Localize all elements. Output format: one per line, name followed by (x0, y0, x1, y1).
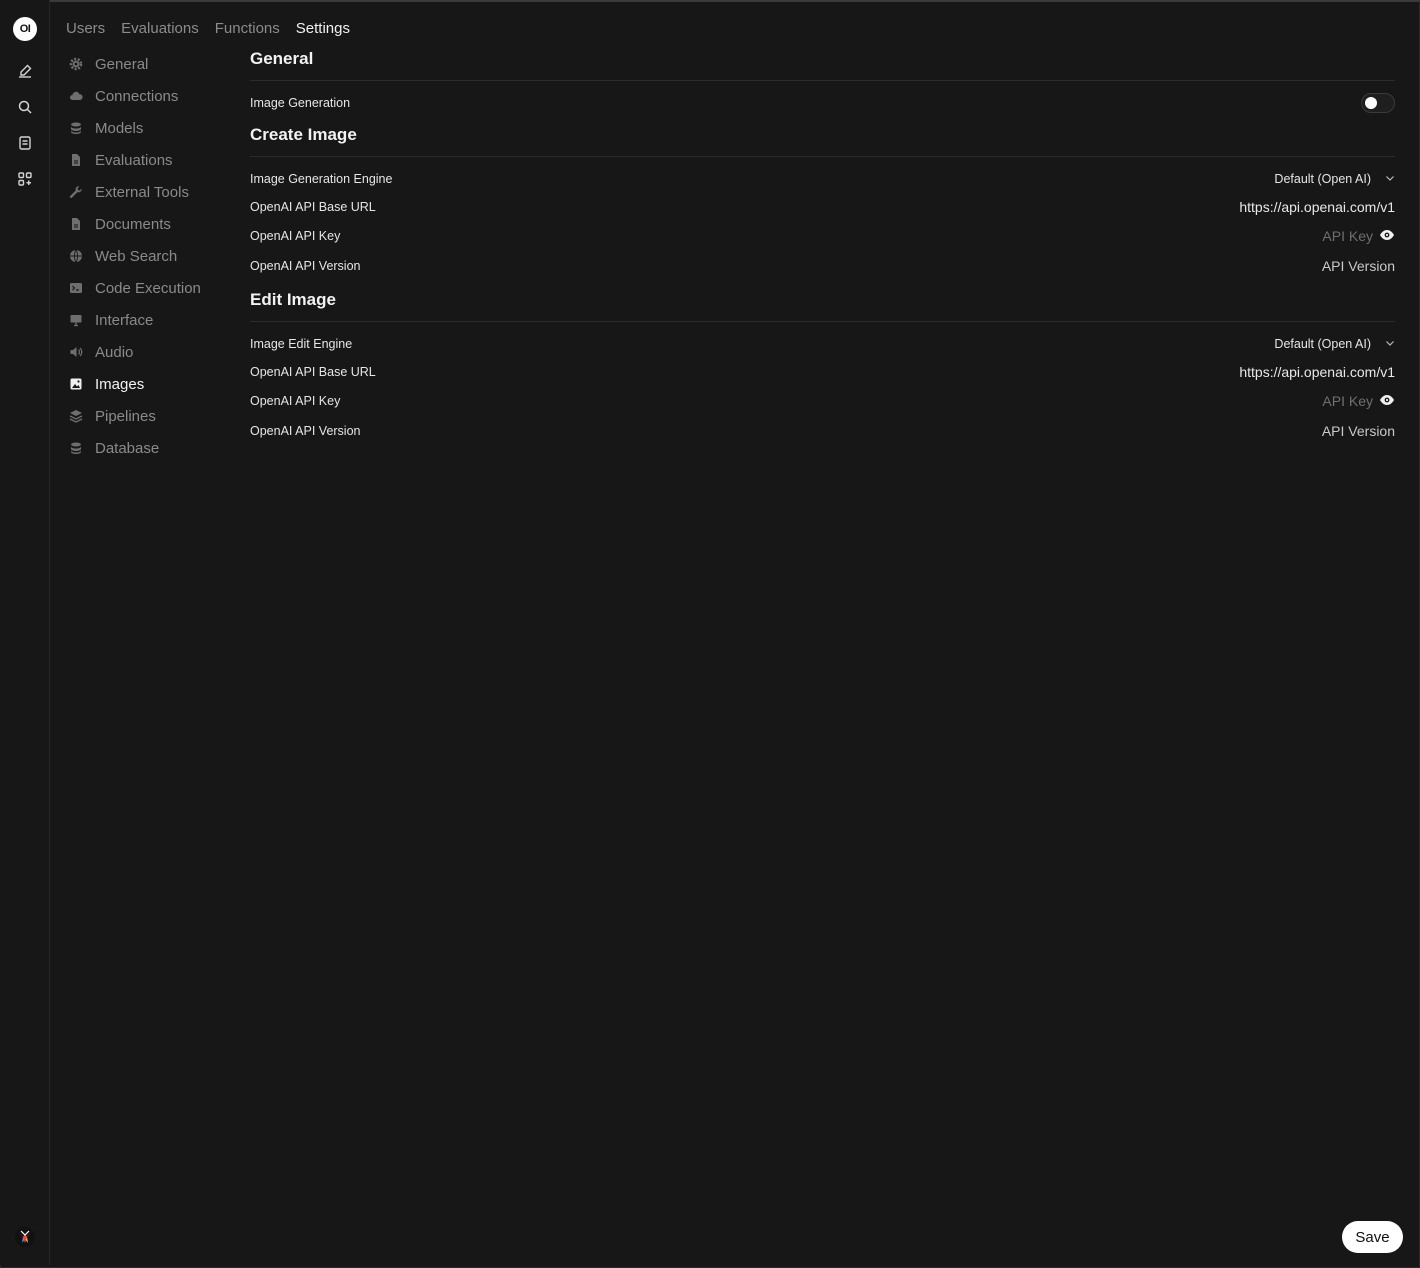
images-settings-panel: General Image Generation Create Image Im… (250, 48, 1395, 446)
settings-nav-code-execution[interactable]: Code Execution (66, 272, 236, 304)
edit-api-version-label: OpenAI API Version (250, 424, 361, 438)
settings-nav-label: Database (95, 439, 160, 457)
toggle-knob (1365, 97, 1377, 109)
speaker-icon (69, 345, 83, 359)
left-rail: OI (0, 0, 50, 1265)
image-generation-row: Image Generation (250, 89, 1395, 117)
eye-icon[interactable] (1379, 394, 1395, 409)
settings-nav-audio[interactable]: Audio (66, 336, 236, 368)
settings-nav-interface[interactable]: Interface (66, 304, 236, 336)
settings-nav: General Connections Models Evaluations E… (66, 48, 236, 464)
edit-base-url-row: OpenAI API Base URL https://api.openai.c… (250, 358, 1395, 386)
create-api-key-row: OpenAI API Key API Key (250, 221, 1395, 251)
document-icon (69, 217, 83, 231)
edit-engine-row: Image Edit Engine Default (Open AI) (250, 330, 1395, 358)
create-base-url-row: OpenAI API Base URL https://api.openai.c… (250, 193, 1395, 221)
eye-icon[interactable] (1379, 229, 1395, 244)
settings-nav-label: Documents (95, 215, 171, 233)
image-generation-toggle[interactable] (1361, 93, 1395, 113)
section-title-general: General (250, 49, 314, 68)
document-icon (69, 153, 83, 167)
create-api-version-row: OpenAI API Version API Version (250, 251, 1395, 281)
settings-nav-label: General (95, 55, 149, 73)
layers-icon (69, 409, 83, 423)
section-title-create-image: Create Image (250, 125, 357, 144)
create-api-key-input[interactable]: API Key (1322, 228, 1373, 244)
monitor-icon (69, 313, 83, 327)
search-icon[interactable] (13, 95, 37, 119)
database-icon (69, 441, 83, 455)
edit-api-key-row: OpenAI API Key API Key (250, 386, 1395, 416)
settings-nav-label: Connections (95, 87, 179, 105)
create-api-version-label: OpenAI API Version (250, 259, 361, 273)
settings-nav-web-search[interactable]: Web Search (66, 240, 236, 272)
create-base-url-label: OpenAI API Base URL (250, 200, 376, 214)
workspace-icon[interactable] (13, 167, 37, 191)
gear-icon (69, 57, 83, 71)
create-api-version-input[interactable]: API Version (1322, 258, 1395, 274)
settings-nav-label: Pipelines (95, 407, 156, 425)
edit-api-version-row: OpenAI API Version API Version (250, 416, 1395, 446)
divider (250, 156, 1395, 157)
tab-users[interactable]: Users (66, 20, 105, 37)
edit-api-version-input[interactable]: API Version (1322, 423, 1395, 439)
save-button[interactable]: Save (1342, 1221, 1403, 1253)
notes-icon[interactable] (13, 131, 37, 155)
image-generation-label: Image Generation (250, 96, 351, 110)
settings-nav-label: External Tools (95, 183, 189, 201)
chevron-down-icon (1385, 172, 1395, 186)
settings-nav-external-tools[interactable]: External Tools (66, 176, 236, 208)
stack-icon (69, 121, 83, 135)
edit-api-key-label: OpenAI API Key (250, 394, 341, 408)
create-engine-label: Image Generation Engine (250, 172, 393, 186)
settings-nav-label: Evaluations (95, 151, 173, 169)
settings-nav-label: Models (95, 119, 144, 137)
settings-nav-documents[interactable]: Documents (66, 208, 236, 240)
cloud-icon (69, 89, 83, 103)
settings-nav-general[interactable]: General (66, 48, 236, 80)
settings-nav-label: Web Search (95, 247, 178, 265)
terminal-icon (69, 281, 83, 295)
create-api-key-label: OpenAI API Key (250, 229, 341, 243)
settings-nav-pipelines[interactable]: Pipelines (66, 400, 236, 432)
settings-nav-connections[interactable]: Connections (66, 80, 236, 112)
settings-nav-label: Code Execution (95, 279, 201, 297)
settings-nav-images[interactable]: Images (66, 368, 236, 400)
new-chat-icon[interactable] (13, 59, 37, 83)
tab-functions[interactable]: Functions (215, 20, 280, 37)
create-engine-value: Default (Open AI) (1274, 172, 1371, 186)
section-title-edit-image: Edit Image (250, 290, 336, 309)
edit-api-key-input[interactable]: API Key (1322, 393, 1373, 409)
globe-icon (69, 249, 83, 263)
create-engine-row: Image Generation Engine Default (Open AI… (250, 165, 1395, 193)
settings-nav-label: Interface (95, 311, 154, 329)
wrench-icon (69, 185, 83, 199)
edit-engine-select[interactable]: Default (Open AI) (1274, 337, 1395, 351)
settings-nav-database[interactable]: Database (66, 432, 236, 464)
user-avatar[interactable] (15, 1227, 35, 1247)
edit-base-url-label: OpenAI API Base URL (250, 365, 376, 379)
tab-settings[interactable]: Settings (296, 20, 350, 37)
divider (250, 80, 1395, 81)
settings-nav-label: Images (95, 375, 145, 393)
edit-engine-value: Default (Open AI) (1274, 337, 1371, 351)
edit-engine-label: Image Edit Engine (250, 337, 353, 351)
settings-nav-evaluations[interactable]: Evaluations (66, 144, 236, 176)
create-base-url-input[interactable]: https://api.openai.com/v1 (1239, 199, 1395, 215)
divider (250, 321, 1395, 322)
edit-base-url-input[interactable]: https://api.openai.com/v1 (1239, 364, 1395, 380)
app-logo[interactable]: OI (13, 17, 37, 41)
chevron-down-icon (1385, 337, 1395, 351)
settings-nav-label: Audio (95, 343, 134, 361)
image-icon (69, 377, 83, 391)
create-engine-select[interactable]: Default (Open AI) (1274, 172, 1395, 186)
tab-evaluations[interactable]: Evaluations (121, 20, 199, 37)
settings-nav-models[interactable]: Models (66, 112, 236, 144)
admin-tabs: Users Evaluations Functions Settings (66, 20, 350, 37)
